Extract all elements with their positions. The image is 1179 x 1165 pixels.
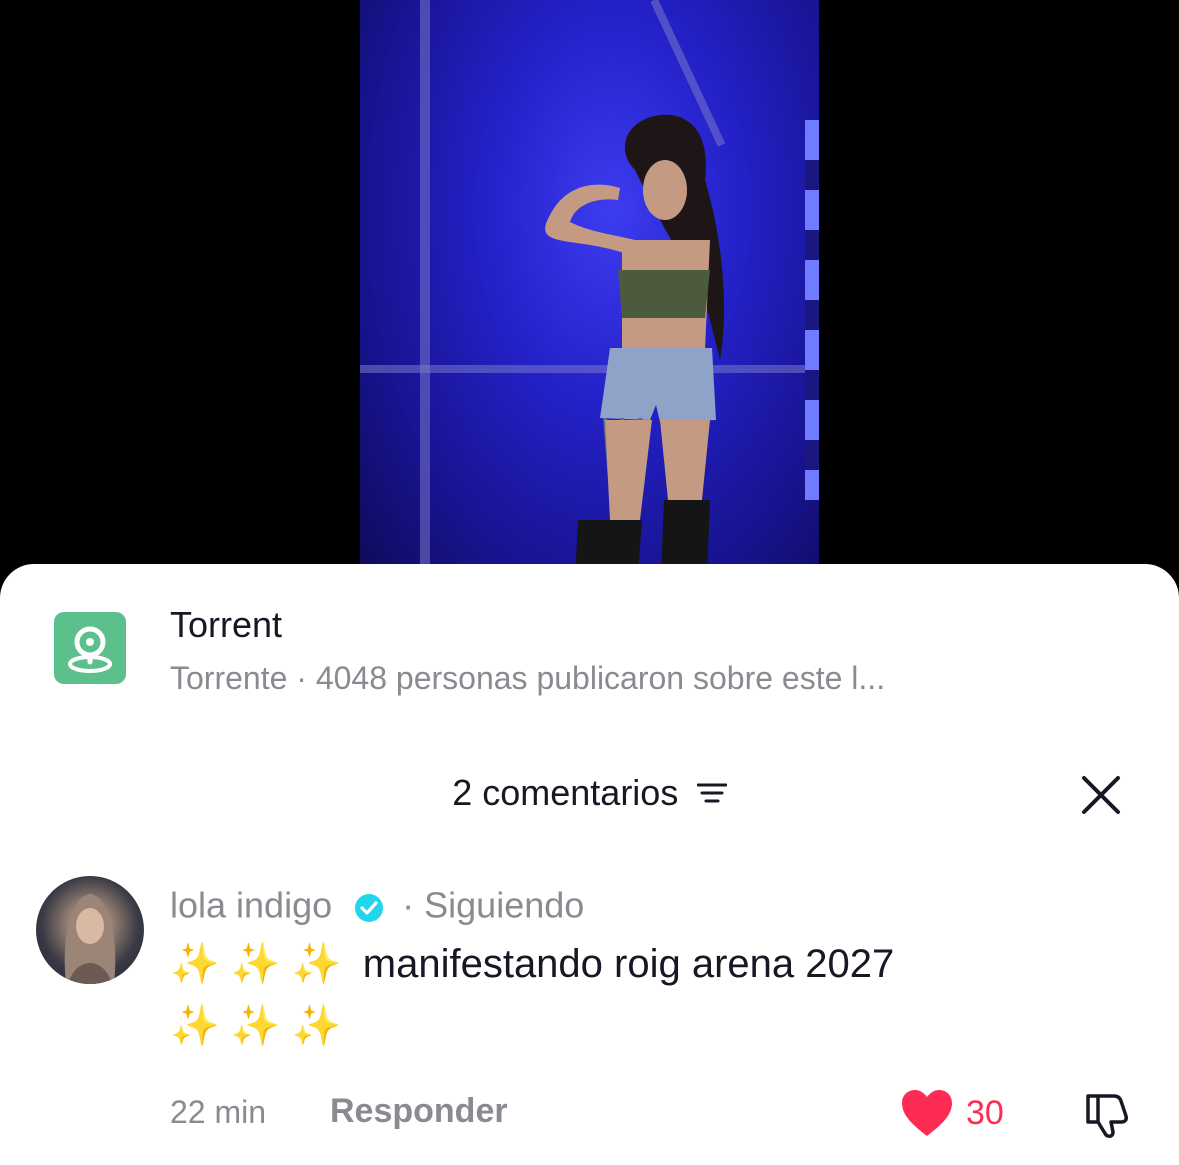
- comment-username[interactable]: lola indigo: [170, 884, 332, 925]
- sparkles-emoji: ✨ ✨ ✨: [170, 942, 342, 986]
- comment-text-line2: ✨ ✨ ✨: [170, 1002, 352, 1049]
- like-count: 30: [966, 1094, 1004, 1132]
- comments-sheet: Torrent Torrente · 4048 personas publica…: [0, 564, 1179, 1165]
- performer-figure: [545, 114, 725, 600]
- sparkles-emoji: ✨ ✨ ✨: [170, 1004, 342, 1048]
- comment-text: manifestando roig arena 2027: [362, 942, 895, 986]
- reply-button[interactable]: Responder: [330, 1092, 508, 1131]
- location-subtitle[interactable]: Torrente · 4048 personas publicaron sobr…: [170, 660, 885, 697]
- comment-text-line1: ✨ ✨ ✨ manifestando roig arena 2027: [170, 940, 894, 987]
- comments-count: 2 comentarios: [452, 772, 679, 813]
- comment-time: 22 min: [170, 1094, 267, 1130]
- filter-icon[interactable]: [696, 781, 728, 805]
- location-name[interactable]: Torrent: [170, 604, 282, 646]
- verified-badge-icon: [354, 890, 384, 923]
- comment-author-row: lola indigo · Siguiendo: [170, 882, 584, 926]
- dislike-icon[interactable]: [1080, 1086, 1134, 1140]
- close-icon[interactable]: [1080, 774, 1122, 816]
- heart-icon[interactable]: [900, 1088, 954, 1138]
- video-frame: [360, 0, 819, 600]
- comments-header: 2 comentarios: [0, 772, 1179, 816]
- video-player[interactable]: [0, 0, 1179, 600]
- avatar[interactable]: [36, 876, 144, 984]
- location-pin-icon[interactable]: [54, 612, 126, 684]
- follow-status: · Siguiendo: [402, 884, 585, 926]
